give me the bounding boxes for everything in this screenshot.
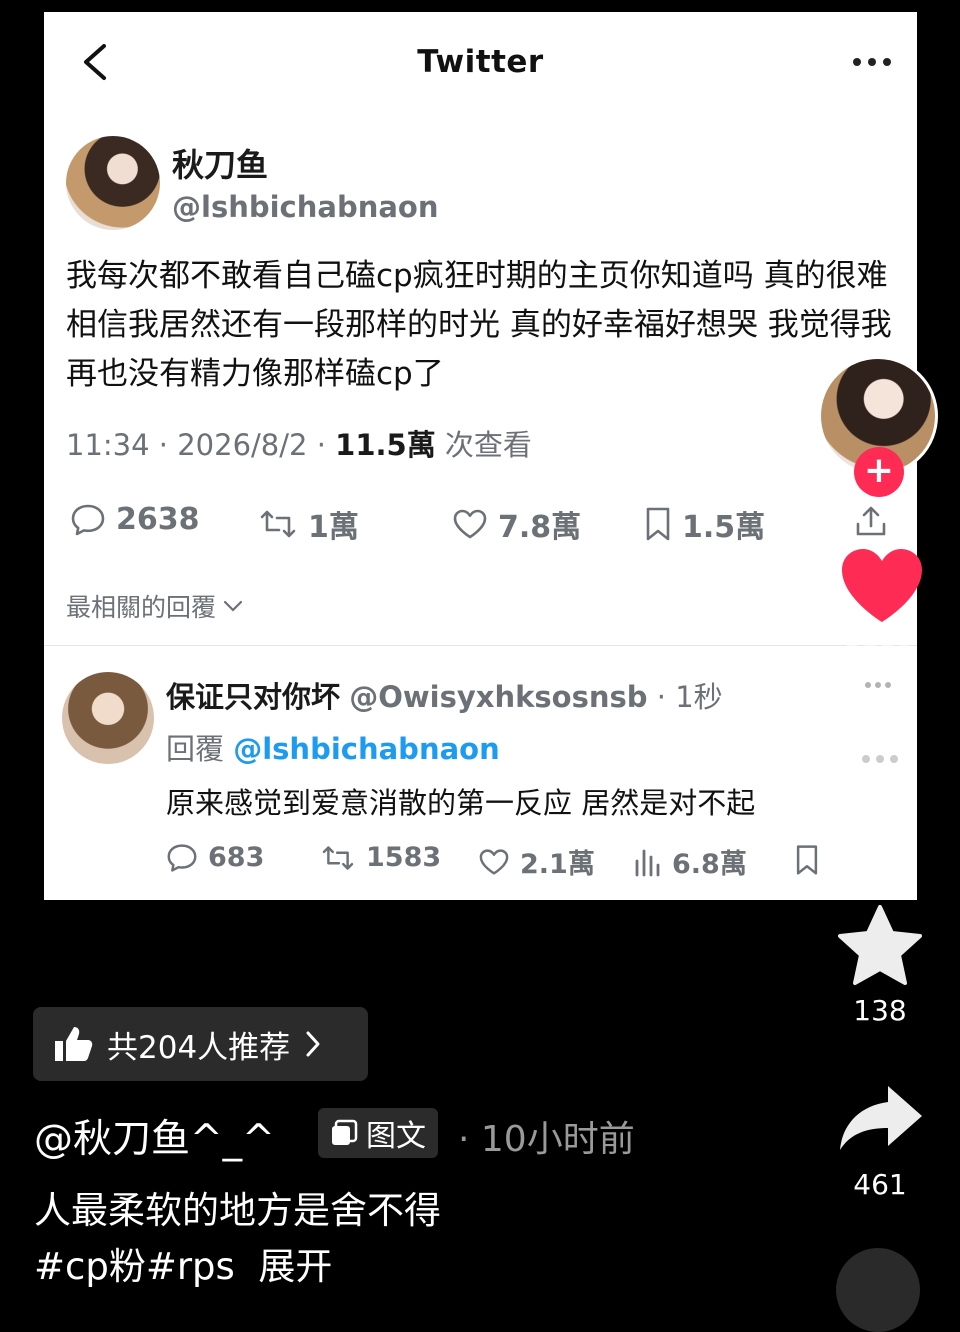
heart-outline-icon [453, 509, 487, 539]
follow-button[interactable]: + [854, 447, 904, 497]
more-icon [853, 58, 891, 66]
bookmark-icon [646, 507, 670, 541]
reply-mention: @lshbichabnaon [233, 732, 500, 766]
music-disc[interactable] [836, 1248, 920, 1332]
reply-stat: 2638 [70, 502, 200, 537]
retweet-count: 1萬 [308, 510, 359, 545]
bookmark-stat: 1.5萬 [644, 502, 765, 546]
author-handle: @lshbichabnaon [172, 190, 439, 224]
reply-retweet-count: 1583 [366, 842, 442, 873]
comment-icon [71, 504, 105, 535]
tweet-views-label: 次查看 [444, 428, 532, 462]
author-name: 秋刀鱼 [172, 146, 269, 184]
bookmark-count: 1.5萬 [682, 510, 766, 545]
thumbs-up-icon [55, 1027, 93, 1061]
post-type-badge: 图文 [318, 1108, 438, 1158]
reply-reply-stat: 683 [166, 842, 264, 873]
image-text-icon [332, 1119, 358, 1145]
comment-bubble-icon[interactable] [838, 722, 922, 802]
reply-retweet-stat: 1583 [320, 842, 441, 873]
post-tags: #cp粉#rps 展开 [34, 1236, 332, 1290]
heart-outline-icon [479, 848, 509, 875]
reply-reply-count: 683 [208, 842, 265, 873]
reply-author-name: 保证只对你坏 [166, 680, 341, 714]
reply-author-handle: @Owisyxhksosnsb [349, 680, 648, 714]
tweet-text: 我每次都不敢看自己磕cp疯狂时期的主页你知道吗 真的很难相信我居然还有一段那样的… [66, 258, 892, 392]
post-author-username[interactable]: @秋刀鱼^_^ [34, 1108, 275, 1164]
reply-avatar [62, 672, 154, 764]
author-avatar [66, 136, 160, 230]
card-title: Twitter [417, 44, 544, 80]
comment-icon [167, 843, 197, 872]
post-type-label: 图文 [366, 1119, 426, 1154]
relevant-replies-filter: 最相關的回覆 [66, 588, 244, 624]
reply-like-count: 2.1萬 [520, 849, 595, 880]
hashtags[interactable]: #cp粉#rps [34, 1245, 235, 1288]
reply-like-stat: 2.1萬 [478, 842, 595, 881]
replying-to: 回覆 @lshbichabnaon [166, 726, 500, 768]
retweet-icon [260, 510, 296, 538]
like-heart-icon[interactable] [838, 546, 926, 626]
favorite-count: 138 [853, 994, 907, 1027]
chevron-right-icon [306, 1031, 320, 1057]
post-caption: 人最柔软的地方是舍不得 [34, 1189, 441, 1232]
reply-text: 原来感觉到爱意消散的第一反应 居然是对不起 [166, 786, 756, 820]
retweet-stat: 1萬 [258, 502, 359, 546]
expand-link[interactable]: 展开 [258, 1245, 332, 1288]
share-arrow-icon[interactable] [836, 1082, 926, 1154]
comment-count: 75 [862, 815, 898, 848]
more-dots-icon[interactable] [864, 680, 892, 690]
tweet-time: 11:34 [66, 428, 150, 462]
reply-header: 保证只对你坏 @Owisyxhksosnsb · 1秒 [166, 680, 723, 714]
tweet-screenshot-card: Twitter 秋刀鱼 @lshbichabnaon 我每次都不敢看自己磕cp疯… [44, 12, 917, 900]
divider [44, 645, 917, 646]
bookmark-icon [796, 845, 818, 875]
like-count: 7.8萬 [498, 510, 582, 545]
tweet-views: 11.5萬 [335, 428, 436, 462]
retweet-icon [322, 845, 354, 870]
chevron-down-icon [223, 600, 243, 612]
share-icon [856, 506, 886, 536]
relevant-replies-label: 最相關的回覆 [66, 593, 217, 622]
views-chart-icon [635, 849, 660, 876]
reply-prefix: 回覆 [166, 732, 225, 766]
post-time-ago: · 10小时前 [458, 1119, 635, 1160]
reply-count: 2638 [116, 502, 200, 537]
tweet-meta: 11:34 · 2026/8/2 · 11.5萬 次查看 [66, 428, 532, 462]
recommend-label: 共204人推荐 [107, 1029, 291, 1066]
like-count: 2521 [844, 638, 916, 671]
reply-views-count: 6.8萬 [672, 849, 747, 880]
reply-age: 1秒 [675, 680, 723, 714]
reply-views-stat: 6.8萬 [634, 842, 747, 881]
like-stat: 7.8萬 [452, 502, 581, 546]
recommend-pill[interactable]: 共204人推荐 [33, 1007, 368, 1081]
tweet-date: 2026/8/2 [177, 428, 308, 462]
share-count: 461 [853, 1168, 907, 1201]
favorite-star-icon[interactable] [836, 904, 924, 988]
